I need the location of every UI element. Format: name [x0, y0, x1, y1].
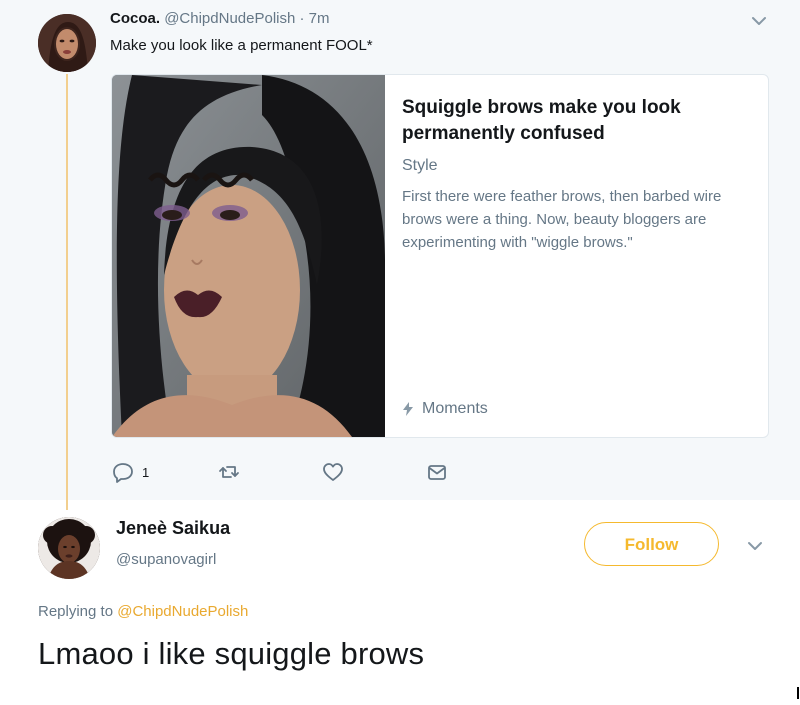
card-body: Squiggle brows make you look permanently…: [402, 95, 742, 425]
card-image: [112, 75, 385, 437]
user-handle[interactable]: @supanovagirl: [116, 551, 216, 568]
chevron-down-icon[interactable]: [744, 535, 766, 557]
parent-tweet: Cocoa. @ChipdNudePolish · 7m Make you lo…: [0, 0, 800, 510]
tweet-text: Lmaoo i like squiggle brows: [38, 636, 425, 671]
lightning-icon: [403, 402, 413, 416]
reply-count: 1: [142, 464, 150, 480]
card-domain: Style: [402, 157, 438, 174]
reply-icon: [113, 463, 133, 483]
avatar[interactable]: [38, 14, 96, 72]
card-source-label: Moments: [422, 400, 488, 417]
text-cursor: [797, 687, 799, 699]
thread-line: [66, 74, 68, 510]
retweet-button[interactable]: [218, 460, 240, 484]
card-title[interactable]: Squiggle brows make you look permanently…: [402, 95, 722, 147]
like-button[interactable]: [322, 460, 344, 484]
display-name[interactable]: Cocoa.: [110, 10, 160, 27]
tweet-header: Cocoa. @ChipdNudePolish · 7m: [110, 10, 330, 27]
direct-message-button[interactable]: [426, 460, 448, 484]
link-card[interactable]: Squiggle brows make you look permanently…: [111, 74, 769, 438]
mention-link[interactable]: @ChipdNudePolish: [117, 603, 248, 620]
retweet-icon: [219, 466, 239, 478]
follow-button[interactable]: Follow: [584, 522, 719, 566]
tweet-text: Make you look like a permanent FOOL*: [110, 37, 373, 54]
replying-prefix: Replying to: [38, 603, 118, 620]
chevron-down-icon[interactable]: [748, 10, 770, 32]
envelope-icon: [428, 465, 446, 480]
display-name[interactable]: Jeneè Saikua: [116, 518, 230, 539]
heart-icon: [323, 463, 343, 481]
avatar[interactable]: [38, 517, 100, 579]
card-source: Moments: [402, 400, 488, 418]
timestamp[interactable]: · 7m: [300, 10, 330, 27]
card-description: First there were feather brows, then bar…: [402, 188, 722, 251]
replying-to: Replying to @ChipdNudePolish: [38, 603, 248, 620]
reply-button[interactable]: 1: [112, 460, 149, 484]
user-handle[interactable]: @ChipdNudePolish: [164, 10, 295, 27]
